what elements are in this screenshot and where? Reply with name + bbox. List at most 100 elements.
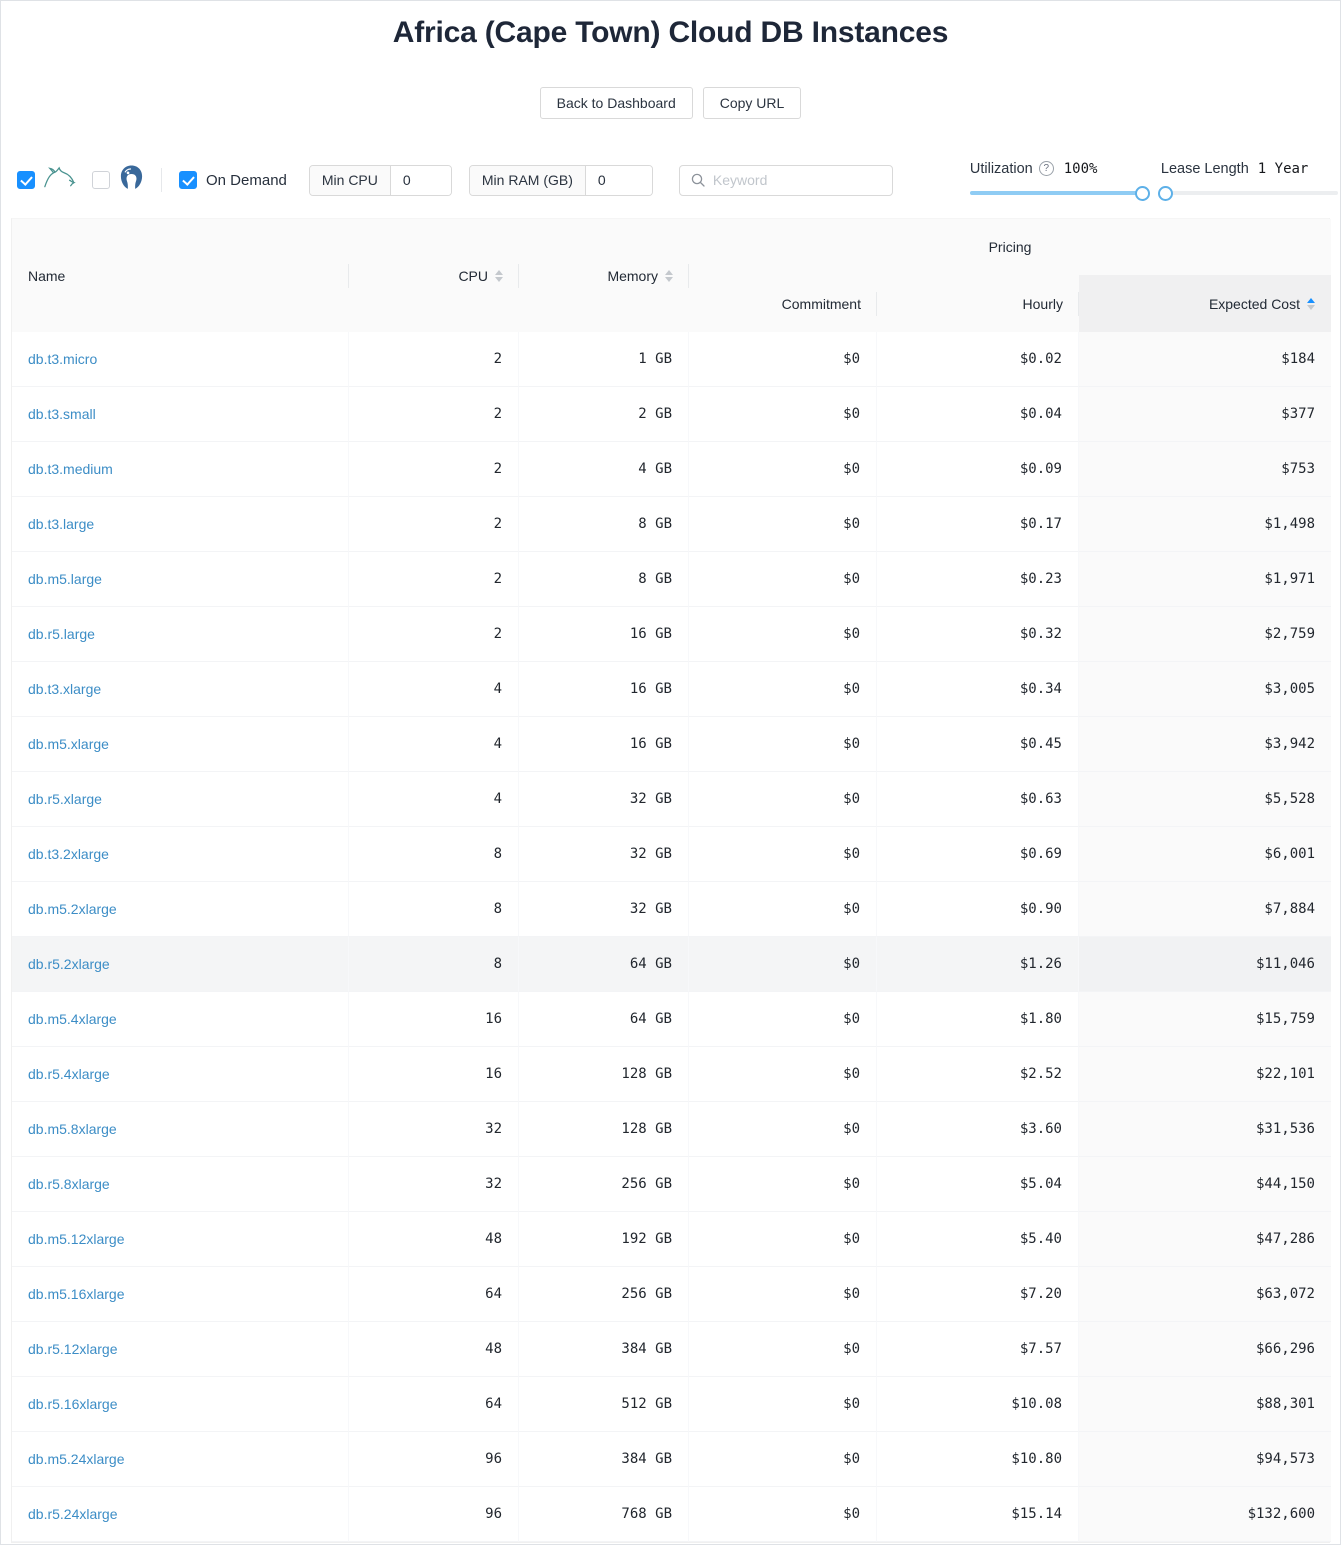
utilization-slider-handle[interactable] (1135, 186, 1150, 201)
copy-url-button[interactable]: Copy URL (703, 87, 802, 119)
column-header-expected-cost[interactable]: Expected Cost (1079, 275, 1331, 332)
sort-icon (665, 270, 673, 282)
column-header-hourly[interactable]: Hourly (877, 275, 1079, 332)
instance-link[interactable]: db.r5.16xlarge (28, 1396, 118, 1412)
keyword-search (679, 165, 893, 196)
instance-link[interactable]: db.m5.16xlarge (28, 1286, 125, 1302)
commitment-cell: $0 (689, 1377, 877, 1432)
cpu-cell: 96 (349, 1487, 519, 1542)
commitment-cell: $0 (689, 1212, 877, 1267)
min-cpu-input[interactable] (391, 166, 451, 195)
cpu-cell: 64 (349, 1267, 519, 1322)
memory-cell: 1 GB (519, 332, 689, 387)
hourly-cell: $2.52 (877, 1047, 1079, 1102)
column-header-name[interactable]: Name (12, 219, 349, 332)
instance-link[interactable]: db.m5.4xlarge (28, 1011, 117, 1027)
utilization-slider[interactable] (970, 186, 1147, 200)
instance-link[interactable]: db.t3.xlarge (28, 681, 101, 697)
memory-cell: 32 GB (519, 882, 689, 937)
instance-link[interactable]: db.t3.large (28, 516, 94, 532)
mysql-checkbox[interactable] (17, 171, 35, 189)
cpu-cell: 32 (349, 1102, 519, 1157)
page: Africa (Cape Town) Cloud DB Instances Ba… (0, 0, 1341, 1545)
min-ram-group: Min RAM (GB) (469, 165, 653, 196)
instance-link[interactable]: db.m5.8xlarge (28, 1121, 117, 1137)
table-row: db.m5.16xlarge64256 GB$0$7.20$63,072 (12, 1267, 1331, 1322)
instance-link[interactable]: db.r5.2xlarge (28, 956, 110, 972)
hourly-cell: $0.45 (877, 717, 1079, 772)
table-row: db.t3.small22 GB$0$0.04$377 (12, 387, 1331, 442)
commitment-cell: $0 (689, 1432, 877, 1487)
lease-length-slider-handle[interactable] (1158, 186, 1173, 201)
memory-cell: 8 GB (519, 497, 689, 552)
instance-link[interactable]: db.m5.2xlarge (28, 901, 117, 917)
hourly-cell: $0.02 (877, 332, 1079, 387)
memory-cell: 32 GB (519, 827, 689, 882)
mysql-dolphin-icon (43, 166, 76, 194)
expected-cost-cell: $47,286 (1079, 1212, 1331, 1267)
table-row: db.m5.12xlarge48192 GB$0$5.40$47,286 (12, 1212, 1331, 1267)
cpu-cell: 2 (349, 442, 519, 497)
lease-length-slider[interactable] (1161, 186, 1338, 200)
expected-cost-cell: $3,005 (1079, 662, 1331, 717)
table-row: db.t3.micro21 GB$0$0.02$184 (12, 332, 1331, 387)
instance-link[interactable]: db.r5.24xlarge (28, 1506, 118, 1522)
table-row: db.t3.large28 GB$0$0.17$1,498 (12, 497, 1331, 552)
commitment-cell: $0 (689, 1267, 877, 1322)
column-header-memory[interactable]: Memory (519, 219, 689, 332)
memory-cell: 512 GB (519, 1377, 689, 1432)
instance-link[interactable]: db.t3.medium (28, 461, 113, 477)
expected-cost-cell: $44,150 (1079, 1157, 1331, 1212)
memory-cell: 256 GB (519, 1267, 689, 1322)
hourly-cell: $5.40 (877, 1212, 1079, 1267)
instance-link[interactable]: db.t3.micro (28, 351, 97, 367)
instance-link[interactable]: db.m5.xlarge (28, 736, 109, 752)
cpu-cell: 4 (349, 717, 519, 772)
table-body: db.t3.micro21 GB$0$0.02$184db.t3.small22… (12, 332, 1331, 1542)
toolbar: Back to Dashboard Copy URL (1, 87, 1340, 119)
back-to-dashboard-button[interactable]: Back to Dashboard (540, 87, 693, 119)
table-row: db.r5.4xlarge16128 GB$0$2.52$22,101 (12, 1047, 1331, 1102)
utilization-control: Utilization ? 100% (970, 161, 1147, 200)
min-ram-input[interactable] (586, 166, 652, 195)
commitment-cell: $0 (689, 1157, 877, 1212)
instance-link[interactable]: db.r5.xlarge (28, 791, 102, 807)
instance-link[interactable]: db.m5.12xlarge (28, 1231, 125, 1247)
instance-link[interactable]: db.r5.large (28, 626, 95, 642)
instance-link[interactable]: db.r5.4xlarge (28, 1066, 110, 1082)
instance-link[interactable]: db.r5.12xlarge (28, 1341, 118, 1357)
cpu-cell: 4 (349, 662, 519, 717)
instance-link[interactable]: db.t3.2xlarge (28, 846, 109, 862)
question-circle-icon[interactable]: ? (1039, 161, 1054, 176)
memory-cell: 8 GB (519, 552, 689, 607)
keyword-input[interactable] (713, 172, 881, 188)
pricing-group-header: Pricing (689, 219, 1331, 275)
postgresql-checkbox[interactable] (92, 171, 110, 189)
expected-cost-cell: $3,942 (1079, 717, 1331, 772)
expected-cost-cell: $132,600 (1079, 1487, 1331, 1542)
instance-link[interactable]: db.t3.small (28, 406, 96, 422)
on-demand-checkbox[interactable] (179, 171, 197, 189)
commitment-cell: $0 (689, 882, 877, 937)
expected-cost-cell: $11,046 (1079, 937, 1331, 992)
expected-cost-cell: $63,072 (1079, 1267, 1331, 1322)
table-row: db.r5.2xlarge864 GB$0$1.26$11,046 (12, 937, 1331, 992)
postgresql-elephant-icon (118, 164, 145, 196)
memory-cell: 16 GB (519, 717, 689, 772)
expected-cost-cell: $31,536 (1079, 1102, 1331, 1157)
hourly-cell: $0.09 (877, 442, 1079, 497)
hourly-cell: $0.34 (877, 662, 1079, 717)
column-header-commitment[interactable]: Commitment (689, 275, 877, 332)
column-header-cpu[interactable]: CPU (349, 219, 519, 332)
instance-link[interactable]: db.m5.24xlarge (28, 1451, 125, 1467)
commitment-cell: $0 (689, 992, 877, 1047)
expected-cost-cell: $94,573 (1079, 1432, 1331, 1487)
hourly-cell: $0.17 (877, 497, 1079, 552)
instance-link[interactable]: db.m5.large (28, 571, 102, 587)
hourly-cell: $1.26 (877, 937, 1079, 992)
cpu-cell: 2 (349, 607, 519, 662)
memory-cell: 256 GB (519, 1157, 689, 1212)
expected-cost-cell: $377 (1079, 387, 1331, 442)
memory-cell: 192 GB (519, 1212, 689, 1267)
instance-link[interactable]: db.r5.8xlarge (28, 1176, 110, 1192)
